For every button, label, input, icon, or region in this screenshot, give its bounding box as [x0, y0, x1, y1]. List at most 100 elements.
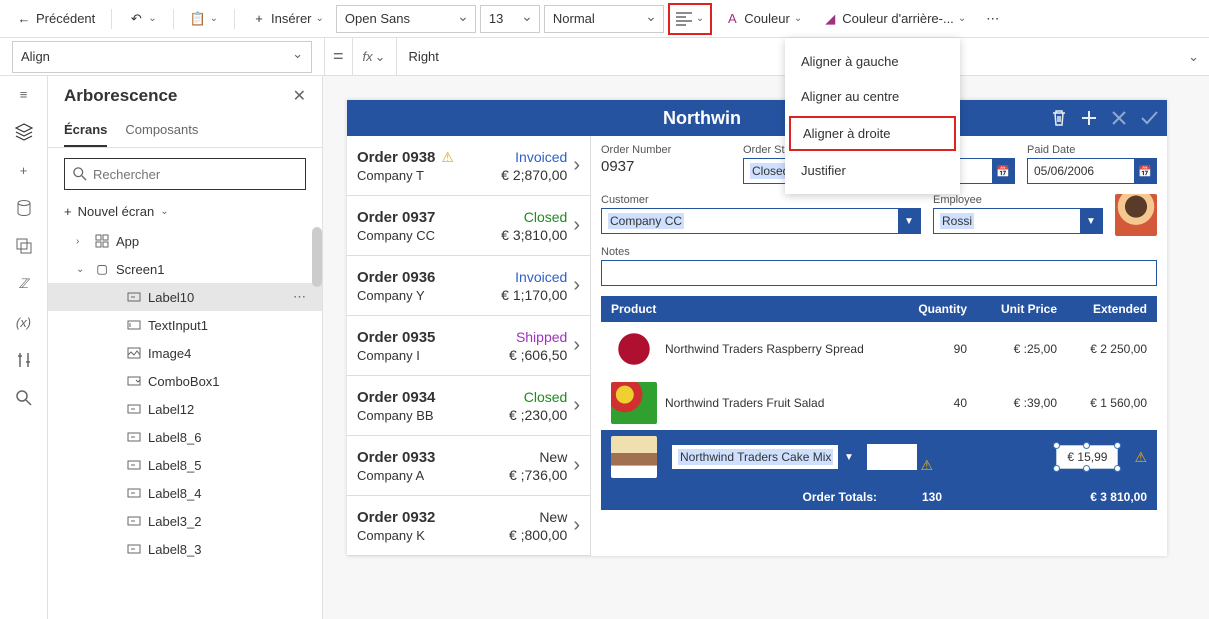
tools-icon[interactable]	[14, 350, 34, 370]
new-screen-button[interactable]: + Nouvel écran ⌄	[48, 200, 322, 227]
selection-handle[interactable]	[1114, 442, 1121, 449]
tree-item-label3-2[interactable]: Label3_2	[48, 507, 322, 535]
field-order-number: Order Number 0937	[601, 144, 731, 184]
selection-handle[interactable]	[1114, 465, 1121, 472]
font-select[interactable]: Open Sans	[336, 5, 476, 33]
field-customer: Customer Company CC▼	[601, 194, 921, 236]
search-icon[interactable]	[14, 388, 34, 408]
font-size-select[interactable]: 13	[480, 5, 540, 33]
select-employee[interactable]: Rossi▼	[933, 208, 1103, 234]
input-paid-date[interactable]: 05/06/2006📅	[1027, 158, 1157, 184]
plus-icon[interactable]: +	[14, 160, 34, 180]
order-amount: € 2;870,00	[487, 167, 567, 183]
arrow-left-icon: ←	[16, 11, 32, 27]
close-icon[interactable]: ✕	[293, 86, 306, 106]
tree-item-label8-4[interactable]: Label8_4	[48, 479, 322, 507]
order-item[interactable]: Order 0932 Company K New € ;800,00 ›	[347, 496, 590, 556]
font-weight-select[interactable]: Normal	[544, 5, 664, 33]
app-header: Northwin	[347, 100, 1167, 136]
order-status: Shipped	[487, 329, 567, 345]
align-justify-item[interactable]: Justifier	[785, 153, 960, 188]
warning-icon: ⚠	[441, 149, 454, 166]
tab-screens[interactable]: Écrans	[64, 116, 107, 147]
order-status: Closed	[487, 389, 567, 405]
variables-icon[interactable]: (x)	[14, 312, 34, 332]
order-item[interactable]: Order 0934 Company BB Closed € ;230,00 ›	[347, 376, 590, 436]
font-size-value: 13	[489, 11, 503, 26]
tree-item-label10[interactable]: Label10 ⋯	[48, 283, 322, 311]
product-row[interactable]: Northwind Traders Raspberry Spread 90 € …	[601, 322, 1157, 376]
order-item[interactable]: Order 0938 ⚠ Company T Invoiced € 2;870,…	[347, 136, 590, 196]
tree-search[interactable]	[64, 158, 306, 190]
order-item[interactable]: Order 0937 Company CC Closed € 3;810,00 …	[347, 196, 590, 256]
flow-icon[interactable]: ℤ	[14, 274, 34, 294]
label-order-number: Order Number	[601, 144, 731, 156]
data-icon[interactable]	[14, 198, 34, 218]
header-extended: Extended	[1057, 302, 1147, 316]
font-color-button[interactable]: A Couleur ⌄	[716, 5, 810, 33]
label-icon	[126, 289, 142, 305]
paste-button[interactable]: 📋⌄	[182, 5, 226, 33]
chevron-down-icon: ▼	[838, 445, 860, 469]
app-header-icons	[1049, 108, 1159, 128]
insert-button[interactable]: + Insérer ⌄	[243, 5, 332, 33]
order-item[interactable]: Order 0935 Company I Shipped € ;606,50 ›	[347, 316, 590, 376]
warning-icon: ⚠	[1134, 449, 1147, 466]
search-input[interactable]	[93, 167, 297, 182]
more-button[interactable]: ⋯	[978, 5, 1007, 33]
product-row[interactable]: Northwind Traders Fruit Salad 40 € :39,0…	[601, 376, 1157, 430]
tree-item-label12[interactable]: Label12	[48, 395, 322, 423]
media-icon[interactable]	[14, 236, 34, 256]
order-status: New	[487, 509, 567, 525]
selection-handle[interactable]	[1083, 465, 1090, 472]
chevron-down-icon: ⌄	[958, 13, 966, 24]
align-icon	[676, 11, 692, 27]
trash-icon[interactable]	[1049, 108, 1069, 128]
tree-item-label8-3[interactable]: Label8_3	[48, 535, 322, 563]
tree-item-label8-6[interactable]: Label8_6	[48, 423, 322, 451]
back-button[interactable]: ← Précédent	[8, 5, 103, 33]
align-center-item[interactable]: Aligner au centre	[785, 79, 960, 114]
align-button[interactable]: ⌄	[668, 3, 712, 35]
close-icon[interactable]	[1109, 108, 1129, 128]
insert-label: Insérer	[271, 11, 311, 26]
bg-color-button[interactable]: ◢ Couleur d'arrière-... ⌄	[814, 5, 974, 33]
plus-icon[interactable]	[1079, 108, 1099, 128]
selection-handle[interactable]	[1053, 442, 1060, 449]
tab-components[interactable]: Composants	[125, 116, 198, 147]
select-product[interactable]: Northwind Traders Cake Mix▼	[671, 444, 861, 470]
align-left-item[interactable]: Aligner à gauche	[785, 44, 960, 79]
scrollbar[interactable]	[312, 227, 322, 287]
tree-item-app[interactable]: › App	[48, 227, 322, 255]
tree-item-textinput1[interactable]: TextInput1	[48, 311, 322, 339]
order-id: Order 0934	[357, 389, 435, 406]
order-amount: € ;230,00	[487, 407, 567, 423]
undo-button[interactable]: ↶⌄	[120, 5, 164, 33]
tree-item-label: Screen1	[116, 262, 164, 277]
tree-item-combobox1[interactable]: ComboBox1	[48, 367, 322, 395]
field-employee: Employee Rossi▼	[933, 194, 1103, 236]
select-customer[interactable]: Company CC▼	[601, 208, 921, 234]
selection-handle[interactable]	[1083, 442, 1090, 449]
property-select[interactable]: Align	[12, 41, 312, 73]
selection-handle[interactable]	[1053, 465, 1060, 472]
separator	[173, 9, 174, 29]
align-right-item[interactable]: Aligner à droite	[789, 116, 956, 151]
input-quantity[interactable]	[867, 444, 917, 470]
order-item[interactable]: Order 0933 Company A New € ;736,00 ›	[347, 436, 590, 496]
price-label-selected[interactable]: € 15,99	[1056, 445, 1118, 469]
more-icon[interactable]: ⋯	[293, 289, 306, 305]
label-icon	[126, 457, 142, 473]
formula-expand-button[interactable]: ⌄	[1178, 49, 1209, 65]
tree-item-image4[interactable]: Image4	[48, 339, 322, 367]
layers-icon[interactable]	[14, 122, 34, 142]
tree-item-label8-5[interactable]: Label8_5	[48, 451, 322, 479]
label-icon	[126, 429, 142, 445]
tree-item-screen1[interactable]: ⌄ ▢ Screen1	[48, 255, 322, 283]
input-notes[interactable]	[601, 260, 1157, 286]
hamburger-icon[interactable]: ≡	[14, 84, 34, 104]
order-item[interactable]: Order 0936 Company Y Invoiced € 1;170,00…	[347, 256, 590, 316]
check-icon[interactable]	[1139, 108, 1159, 128]
chevron-right-icon: ›	[573, 454, 580, 477]
product-ext: € 1 560,00	[1057, 396, 1147, 410]
